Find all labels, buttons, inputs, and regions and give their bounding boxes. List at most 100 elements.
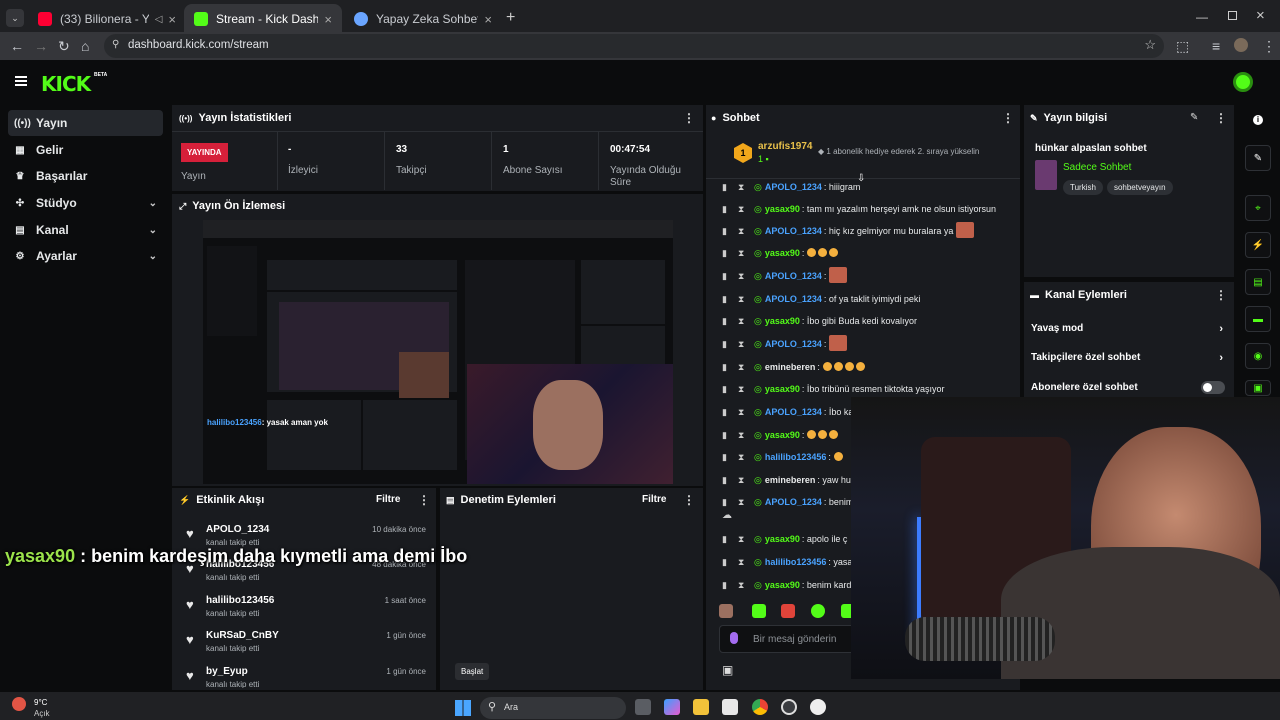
emote-icon[interactable] — [811, 604, 825, 618]
sidebar-item-studyo[interactable]: ✣ Stüdyo ⌄ — [8, 190, 163, 216]
delete-message-icon[interactable]: ▮ — [722, 226, 738, 237]
tab-kick-dashboard[interactable]: Stream - Kick Dashboard × — [184, 4, 342, 34]
delete-message-icon[interactable]: ▮ — [722, 316, 738, 327]
delete-message-icon[interactable]: ▮ — [722, 430, 738, 441]
delete-message-icon[interactable]: ▮ — [722, 534, 738, 545]
weather-icon[interactable] — [12, 697, 26, 711]
delete-message-icon[interactable]: ▮ — [722, 339, 738, 350]
followers-only-row[interactable]: Takipçilere özel sohbet › — [1031, 352, 1227, 364]
notepad-icon[interactable] — [722, 699, 738, 715]
chat-button[interactable]: ▬ — [1245, 306, 1271, 332]
task-view-icon[interactable] — [635, 699, 651, 715]
edit-layout-button[interactable]: ✎ — [1245, 145, 1271, 171]
delete-message-icon[interactable]: ▮ — [722, 407, 738, 418]
timeout-icon[interactable]: ⧗ — [738, 557, 754, 568]
timeout-icon[interactable]: ⧗ — [738, 534, 754, 545]
activity-menu-icon[interactable]: ⋮ — [418, 493, 430, 507]
delete-message-icon[interactable]: ▮ — [722, 362, 738, 373]
tab-youtube[interactable]: (33) Bilionera - YouTube ◁ × — [28, 6, 186, 32]
timeout-icon[interactable]: ⧗ — [738, 580, 754, 591]
profile-avatar[interactable] — [1234, 38, 1248, 52]
tab-ai-chat[interactable]: Yapay Zeka Sohbet - MissXss AI × — [344, 6, 502, 32]
delete-message-icon[interactable]: ▮ — [722, 294, 738, 305]
back-icon[interactable]: ← — [10, 38, 24, 54]
chat-username[interactable]: APOLO_1234 — [765, 407, 822, 417]
category-name[interactable]: Sadece Sohbet — [1063, 162, 1131, 173]
close-window-icon[interactable]: × — [1256, 7, 1265, 24]
chat-username[interactable]: APOLO_1234 — [765, 497, 822, 507]
timeout-icon[interactable]: ⧗ — [738, 248, 754, 259]
timeout-icon[interactable]: ⧗ — [738, 182, 754, 193]
chat-username[interactable]: APOLO_1234 — [765, 226, 822, 236]
chat-username[interactable]: halilibo123456 — [765, 452, 827, 462]
delete-message-icon[interactable]: ▮ — [722, 204, 738, 215]
edit-stream-info-icon[interactable]: ✎ — [1190, 112, 1198, 123]
forward-icon[interactable]: → — [34, 38, 48, 54]
timeout-icon[interactable]: ⧗ — [738, 294, 754, 305]
timeout-icon[interactable]: ⧗ — [738, 452, 754, 463]
media-control-icon[interactable]: ≡ — [1212, 38, 1220, 54]
stream-info-menu-icon[interactable]: ⋮ — [1215, 111, 1227, 125]
timeout-icon[interactable]: ⧗ — [738, 362, 754, 373]
sidebar-item-ayarlar[interactable]: ⚙ Ayarlar ⌄ — [8, 243, 163, 269]
obs-icon[interactable] — [781, 699, 797, 715]
archive-button[interactable]: ▣ — [1245, 380, 1271, 396]
stream-preview-video[interactable]: halilibo123456: yasak aman yok — [203, 220, 673, 484]
bookmark-star-icon[interactable]: ☆ — [1144, 37, 1156, 53]
chat-username[interactable]: yasax90 — [765, 204, 800, 214]
timeout-icon[interactable]: ⧗ — [738, 497, 754, 508]
delete-message-icon[interactable]: ▮ — [722, 497, 738, 508]
tab-search-button[interactable]: ⌄ — [6, 9, 24, 27]
url-field[interactable]: ⚲ dashboard.kick.com/stream ☆ — [104, 34, 1164, 58]
hamburger-menu-icon[interactable] — [15, 76, 27, 86]
moderation-filter-button[interactable]: Filtre — [642, 494, 666, 505]
timeout-icon[interactable]: ⧗ — [738, 226, 754, 237]
chat-username[interactable]: yasax90 — [765, 580, 800, 590]
delete-message-icon[interactable]: ▮ — [722, 384, 738, 395]
chat-username[interactable]: yasax90 — [765, 316, 800, 326]
user-avatar[interactable] — [1233, 72, 1253, 92]
reload-icon[interactable]: ↻ — [58, 38, 70, 55]
sidebar-item-kanal[interactable]: ▤ Kanal ⌄ — [8, 217, 163, 243]
emote-icon[interactable] — [781, 604, 795, 618]
file-explorer-icon[interactable] — [693, 699, 709, 715]
delete-message-icon[interactable]: ▮ — [722, 475, 738, 486]
chat-username[interactable]: halilibo123456 — [765, 557, 827, 567]
timeout-icon[interactable]: ⧗ — [738, 339, 754, 350]
timeout-icon[interactable]: ⧗ — [738, 384, 754, 395]
subscribers-only-toggle[interactable] — [1201, 381, 1225, 394]
timeout-icon[interactable]: ⧗ — [738, 407, 754, 418]
sidebar-item-yayin[interactable]: ((•)) Yayın — [8, 110, 163, 136]
broadcast-button[interactable]: ◉ — [1245, 343, 1271, 369]
chat-username[interactable]: emineberen — [765, 362, 816, 372]
delete-message-icon[interactable]: ▮ — [722, 580, 738, 591]
minimize-icon[interactable]: — — [1196, 10, 1208, 24]
timeout-icon[interactable]: ⧗ — [738, 430, 754, 441]
chat-username[interactable]: APOLO_1234 — [765, 294, 822, 304]
chat-username[interactable]: emineberen — [765, 475, 816, 485]
chat-username[interactable]: yasax90 — [765, 384, 800, 394]
activity-filter-button[interactable]: Filtre — [376, 494, 400, 505]
stats-menu-icon[interactable]: ⋮ — [683, 111, 695, 125]
site-info-icon[interactable]: ⚲ — [112, 39, 119, 50]
timeout-icon[interactable]: ⧗ — [738, 204, 754, 215]
microphone-icon[interactable] — [730, 632, 738, 644]
chat-username[interactable]: APOLO_1234 — [765, 339, 822, 349]
lightning-button[interactable]: ⚡ — [1245, 232, 1271, 258]
extensions-icon[interactable]: ⬚ — [1176, 38, 1189, 55]
chat-username[interactable]: yasax90 — [765, 430, 800, 440]
kick-logo[interactable]: KICK — [41, 72, 91, 96]
close-tab-icon[interactable]: × — [324, 12, 332, 27]
sidebar-item-basarilar[interactable]: ♛ Başarılar — [8, 163, 163, 189]
camera-button[interactable]: ⌖ — [1245, 195, 1271, 221]
close-tab-icon[interactable]: × — [168, 12, 176, 27]
taskbar-search[interactable]: ⚲ Ara — [480, 697, 626, 719]
delete-message-icon[interactable]: ▮ — [722, 182, 738, 193]
document-button[interactable]: ▤ — [1245, 269, 1271, 295]
browser-menu-icon[interactable]: ⋮ — [1262, 38, 1276, 55]
chat-username[interactable]: yasax90 — [765, 248, 800, 258]
timeout-icon[interactable]: ⧗ — [738, 475, 754, 486]
windows-start-icon[interactable] — [455, 700, 471, 716]
maximize-icon[interactable] — [1228, 11, 1237, 20]
pinned-user[interactable]: arzufis1974 — [758, 141, 812, 152]
